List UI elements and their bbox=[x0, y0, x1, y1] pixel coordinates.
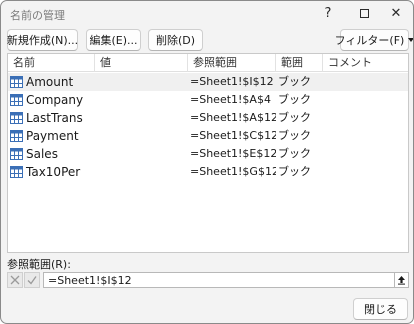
name-cell: LastTrans bbox=[10, 109, 95, 127]
filter-dropdown-button[interactable]: フィルター(F) bbox=[335, 29, 413, 51]
table-icon bbox=[10, 94, 23, 106]
name-text: LastTrans bbox=[26, 111, 83, 125]
refers-to-input[interactable] bbox=[43, 272, 395, 288]
name-text: Payment bbox=[26, 129, 79, 143]
table-row[interactable]: Company =Sheet1!$A$4 ブック bbox=[8, 91, 408, 109]
scope-cell: ブック bbox=[278, 111, 311, 124]
name-text: Sales bbox=[26, 147, 58, 161]
table-icon bbox=[10, 166, 23, 178]
delete-name-button[interactable]: 削除(D) bbox=[148, 29, 203, 51]
table-icon bbox=[10, 148, 23, 160]
column-header-name[interactable]: 名前 bbox=[8, 54, 95, 72]
refers-to-cell: =Sheet1!$I$12 bbox=[190, 75, 274, 88]
collapse-dialog-button[interactable] bbox=[395, 272, 409, 288]
names-list[interactable]: 名前 値 参照範囲 範囲 コメント Amount =Sheet1!$I$12 ブック… bbox=[7, 53, 409, 253]
list-header: 名前 値 参照範囲 範囲 コメント bbox=[8, 54, 408, 72]
maximize-icon bbox=[359, 8, 369, 18]
refers-to-row bbox=[7, 272, 409, 288]
table-row[interactable]: Tax10Per =Sheet1!$G$12 ブック bbox=[8, 163, 408, 181]
cancel-edit-button[interactable] bbox=[7, 272, 23, 288]
table-icon bbox=[10, 112, 23, 124]
refers-to-cell: =Sheet1!$A$4 bbox=[190, 93, 271, 106]
close-button[interactable]: 閉じる bbox=[353, 298, 408, 320]
name-cell: Sales bbox=[10, 145, 95, 163]
scope-cell: ブック bbox=[278, 147, 311, 160]
name-manager-dialog: 名前の管理 ? ✕ 新規作成(N)... 編集(E)... 削除(D) フィルタ… bbox=[0, 0, 414, 324]
scope-cell: ブック bbox=[278, 75, 311, 88]
checkmark-icon bbox=[27, 276, 37, 285]
name-text: Amount bbox=[26, 75, 74, 89]
table-row[interactable]: Amount =Sheet1!$I$12 ブック bbox=[8, 73, 408, 91]
collapse-arrow-icon bbox=[398, 276, 405, 285]
help-button[interactable]: ? bbox=[310, 1, 346, 25]
title-bar: 名前の管理 ? ✕ bbox=[1, 1, 413, 27]
dialog-title: 名前の管理 bbox=[10, 9, 65, 22]
name-text: Tax10Per bbox=[26, 165, 81, 179]
table-row[interactable]: Sales =Sheet1!$E$12 ブック bbox=[8, 145, 408, 163]
close-icon: ✕ bbox=[390, 5, 402, 21]
name-cell: Amount bbox=[10, 73, 95, 91]
table-icon bbox=[10, 76, 23, 88]
cancel-x-icon bbox=[10, 275, 20, 285]
edit-name-button[interactable]: 編集(E)... bbox=[86, 29, 141, 51]
new-name-button[interactable]: 新規作成(N)... bbox=[7, 29, 78, 51]
filter-label: フィルター(F) bbox=[334, 34, 405, 47]
name-text: Company bbox=[26, 93, 84, 107]
refers-to-cell: =Sheet1!$C$12 bbox=[190, 129, 276, 142]
column-header-comment[interactable]: コメント bbox=[323, 54, 410, 72]
scope-cell: ブック bbox=[278, 165, 311, 178]
refers-to-cell: =Sheet1!$E$12 bbox=[190, 147, 276, 160]
refers-to-cell: =Sheet1!$A$12 bbox=[190, 111, 276, 124]
refers-to-label: 参照範囲(R): bbox=[7, 258, 71, 271]
name-cell: Payment bbox=[10, 127, 95, 145]
name-cell: Tax10Per bbox=[10, 163, 95, 181]
scope-cell: ブック bbox=[278, 93, 311, 106]
table-row[interactable]: Payment =Sheet1!$C$12 ブック bbox=[8, 127, 408, 145]
refers-to-cell: =Sheet1!$G$12 bbox=[190, 165, 276, 178]
column-header-refers-to[interactable]: 参照範囲 bbox=[188, 54, 276, 72]
table-icon bbox=[10, 130, 23, 142]
column-header-value[interactable]: 値 bbox=[95, 54, 188, 72]
scope-cell: ブック bbox=[278, 129, 311, 142]
confirm-edit-button[interactable] bbox=[24, 272, 40, 288]
column-header-scope[interactable]: 範囲 bbox=[276, 54, 323, 72]
maximize-button[interactable] bbox=[346, 1, 382, 25]
table-row[interactable]: LastTrans =Sheet1!$A$12 ブック bbox=[8, 109, 408, 127]
chevron-down-icon bbox=[408, 38, 413, 42]
close-window-button[interactable]: ✕ bbox=[378, 1, 413, 25]
name-cell: Company bbox=[10, 91, 95, 109]
help-icon: ? bbox=[324, 5, 332, 21]
